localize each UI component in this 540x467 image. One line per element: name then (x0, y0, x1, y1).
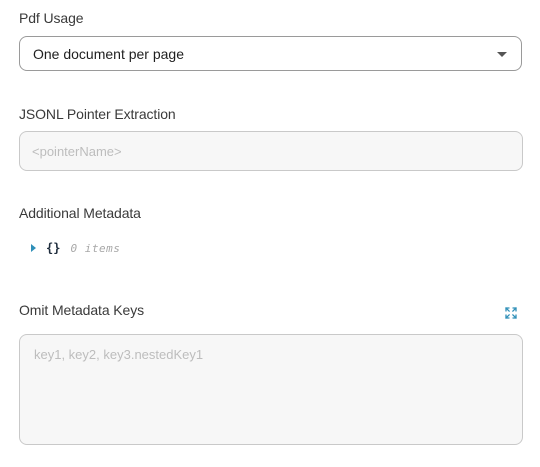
additional-metadata-json-viewer: {} 0 items (31, 239, 120, 257)
json-object-braces[interactable]: {} (46, 241, 60, 255)
jsonl-pointer-input[interactable] (19, 131, 523, 171)
chevron-down-icon (497, 52, 507, 57)
pdf-usage-label: Pdf Usage (19, 10, 84, 26)
json-item-count: 0 items (70, 241, 121, 255)
omit-metadata-keys-label: Omit Metadata Keys (19, 302, 145, 318)
pdf-usage-select[interactable]: One document per page (19, 36, 522, 71)
expand-icon[interactable] (505, 307, 517, 319)
omit-metadata-keys-textarea[interactable] (19, 334, 523, 445)
additional-metadata-label: Additional Metadata (19, 205, 141, 221)
caret-right-icon[interactable] (31, 244, 36, 252)
jsonl-pointer-label: JSONL Pointer Extraction (19, 106, 176, 122)
pdf-usage-selected-value: One document per page (33, 46, 184, 62)
